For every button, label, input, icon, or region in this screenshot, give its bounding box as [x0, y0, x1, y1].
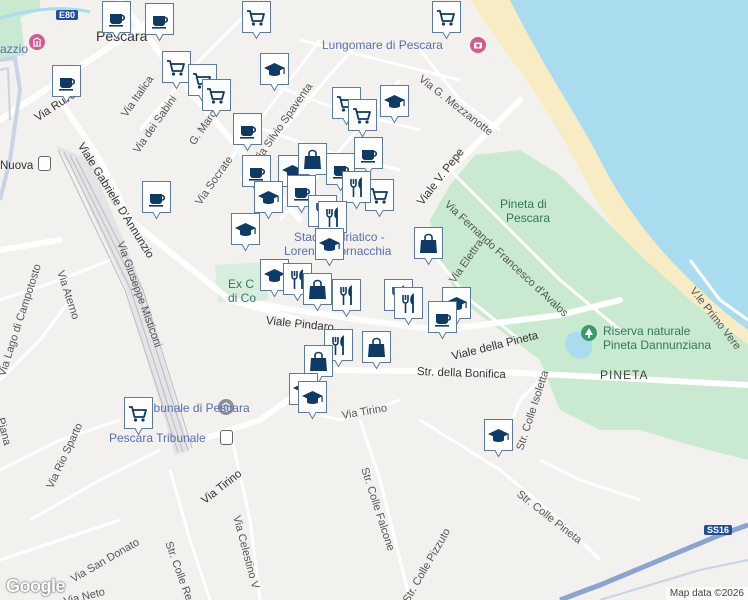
- shopping-cart-icon: [124, 397, 153, 436]
- e80-shield: E80: [56, 10, 79, 20]
- coffee-icon: [142, 181, 171, 220]
- coffee-marker-3[interactable]: [50, 64, 83, 104]
- coffee-marker-9[interactable]: [140, 180, 173, 220]
- school-icon: [315, 228, 344, 267]
- coffee-icon: [52, 65, 81, 104]
- coffee-marker-10[interactable]: [426, 300, 459, 340]
- school-icon: [298, 381, 327, 420]
- cart-marker-2[interactable]: [430, 0, 463, 40]
- cart-marker-7[interactable]: [346, 98, 379, 138]
- shopping-cart-icon: [202, 79, 231, 118]
- coffee-icon: [428, 301, 457, 340]
- shopping-bag-icon: [414, 227, 443, 266]
- map-attribution[interactable]: Map data ©2026: [665, 587, 748, 600]
- train-station-icon[interactable]: [38, 156, 51, 171]
- coffee-icon: [233, 113, 262, 152]
- school-marker-5[interactable]: [229, 212, 262, 252]
- coffee-icon: [145, 3, 174, 42]
- school-marker-10[interactable]: [296, 380, 329, 420]
- label-riserva-1: Riserva naturale: [603, 324, 691, 338]
- park-tree-icon[interactable]: [581, 325, 597, 341]
- label-lungomare: Lungomare di Pescara: [322, 38, 443, 52]
- coffee-marker-2[interactable]: [143, 2, 176, 42]
- school-icon: [380, 85, 409, 124]
- camera-icon[interactable]: [470, 37, 486, 53]
- shopping-cart-icon: [242, 1, 271, 40]
- map-canvas[interactable]: E80 SS16 Lungomare di Pescara Pineta di …: [0, 0, 748, 600]
- cart-marker-9[interactable]: [122, 396, 155, 436]
- shopping-cart-icon: [348, 99, 377, 138]
- label-di-c: di Co: [228, 291, 257, 305]
- restaurant-icon: [394, 287, 423, 326]
- restaurant-icon: [332, 279, 361, 318]
- school-marker-2[interactable]: [378, 84, 411, 124]
- label-pineta-pescara-1: Pineta di: [500, 197, 547, 211]
- restaurant-marker-7[interactable]: [392, 286, 425, 326]
- coffee-marker-4[interactable]: [231, 112, 264, 152]
- shopping-cart-icon: [432, 1, 461, 40]
- label-riserva-2: Pineta Dannunziana: [603, 338, 712, 352]
- school-icon: [231, 213, 260, 252]
- coffee-icon: [102, 1, 131, 40]
- ss16-shield: SS16: [704, 525, 733, 535]
- coffee-marker-1[interactable]: [100, 0, 133, 40]
- school-icon: [260, 53, 289, 92]
- label-pineta-pescara-2: Pescara: [506, 211, 551, 225]
- bag-marker-5[interactable]: [360, 330, 393, 370]
- label-pineta: PINETA: [600, 368, 649, 382]
- google-logo: Google: [6, 576, 66, 596]
- shopping-bag-icon: [362, 331, 391, 370]
- label-nuova: Nuova: [0, 160, 34, 172]
- school-marker-6[interactable]: [313, 227, 346, 267]
- school-marker-1[interactable]: [258, 52, 291, 92]
- restaurant-marker-5[interactable]: [330, 278, 363, 318]
- landmark-icon[interactable]: [29, 34, 45, 50]
- label-ex-c: Ex C: [228, 277, 255, 291]
- school-marker-11[interactable]: [482, 418, 515, 458]
- school-icon: [484, 419, 513, 458]
- cart-marker-5[interactable]: [200, 78, 233, 118]
- label-azzio: azzio: [0, 42, 29, 56]
- label-tribunale: Tribunale di Pescara: [140, 401, 250, 415]
- cart-marker-1[interactable]: [240, 0, 273, 40]
- bag-marker-2[interactable]: [412, 226, 445, 266]
- train-station-icon[interactable]: [220, 430, 233, 445]
